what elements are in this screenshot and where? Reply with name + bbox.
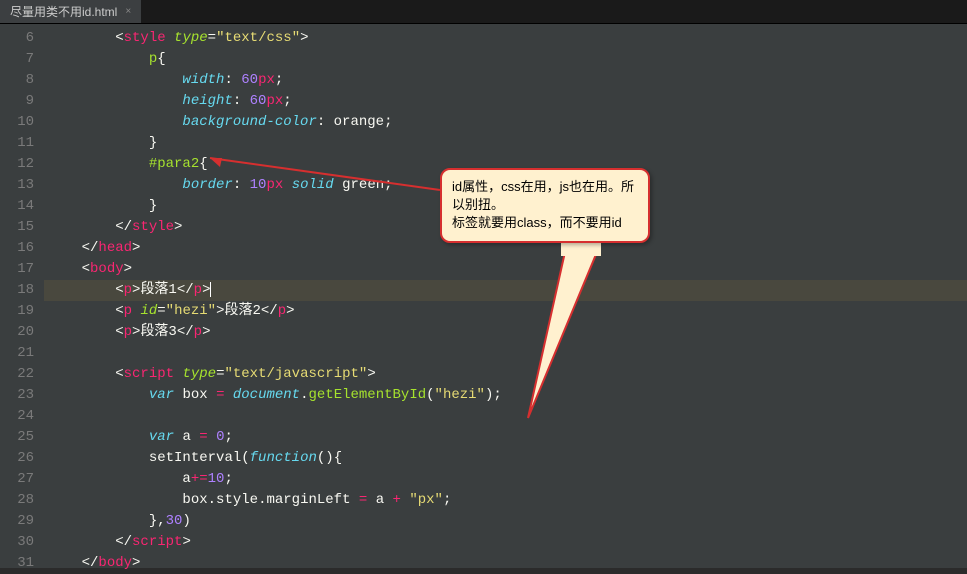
code-line xyxy=(44,343,967,364)
line-number: 15 xyxy=(0,217,34,238)
code-line: </body> xyxy=(44,553,967,574)
line-number: 16 xyxy=(0,238,34,259)
line-number: 18 xyxy=(0,280,34,301)
code-line: } xyxy=(44,133,967,154)
line-number: 7 xyxy=(0,49,34,70)
close-icon[interactable]: × xyxy=(125,6,131,17)
code-line: var box = document.getElementById("hezi"… xyxy=(44,385,967,406)
code-line: </script> xyxy=(44,532,967,553)
line-number: 31 xyxy=(0,553,34,574)
annotation-callout: id属性，css在用，js也在用。所以别扭。 标签就要用class，而不要用id xyxy=(440,168,650,243)
code-line: <p>段落3</p> xyxy=(44,322,967,343)
line-number: 19 xyxy=(0,301,34,322)
code-line: p{ xyxy=(44,49,967,70)
tab-bar: 尽量用类不用id.html × xyxy=(0,0,967,24)
code-line: <body> xyxy=(44,259,967,280)
code-line: <p id="hezi">段落2</p> xyxy=(44,301,967,322)
text-cursor xyxy=(210,282,211,297)
line-number: 22 xyxy=(0,364,34,385)
file-tab[interactable]: 尽量用类不用id.html × xyxy=(0,0,142,23)
code-area[interactable]: <style type="text/css"> p{ width: 60px; … xyxy=(44,24,967,568)
line-number: 24 xyxy=(0,406,34,427)
code-line: height: 60px; xyxy=(44,91,967,112)
code-line: box.style.marginLeft = a + "px"; xyxy=(44,490,967,511)
code-line: a+=10; xyxy=(44,469,967,490)
code-line-active: <p>段落1</p> xyxy=(44,280,967,301)
line-number: 27 xyxy=(0,469,34,490)
line-number: 13 xyxy=(0,175,34,196)
line-number: 26 xyxy=(0,448,34,469)
line-number: 12 xyxy=(0,154,34,175)
code-line: <script type="text/javascript"> xyxy=(44,364,967,385)
callout-text: 标签就要用class，而不要用id xyxy=(452,214,638,232)
code-line: setInterval(function(){ xyxy=(44,448,967,469)
code-line: background-color: orange; xyxy=(44,112,967,133)
line-number: 14 xyxy=(0,196,34,217)
line-number: 23 xyxy=(0,385,34,406)
callout-text: id属性，css在用，js也在用。所以别扭。 xyxy=(452,178,638,214)
line-gutter: 6 7 8 9 10 11 12 13 14 15 16 17 18 19 20… xyxy=(0,24,44,568)
line-number: 6 xyxy=(0,28,34,49)
code-editor[interactable]: 6 7 8 9 10 11 12 13 14 15 16 17 18 19 20… xyxy=(0,24,967,568)
line-number: 30 xyxy=(0,532,34,553)
code-line: <style type="text/css"> xyxy=(44,28,967,49)
line-number: 28 xyxy=(0,490,34,511)
line-number: 20 xyxy=(0,322,34,343)
code-line xyxy=(44,406,967,427)
line-number: 11 xyxy=(0,133,34,154)
line-number: 17 xyxy=(0,259,34,280)
code-line: },30) xyxy=(44,511,967,532)
tab-title: 尽量用类不用id.html xyxy=(10,3,117,20)
line-number: 25 xyxy=(0,427,34,448)
line-number: 9 xyxy=(0,91,34,112)
line-number: 21 xyxy=(0,343,34,364)
line-number: 10 xyxy=(0,112,34,133)
code-line: var a = 0; xyxy=(44,427,967,448)
line-number: 8 xyxy=(0,70,34,91)
code-line: width: 60px; xyxy=(44,70,967,91)
line-number: 29 xyxy=(0,511,34,532)
